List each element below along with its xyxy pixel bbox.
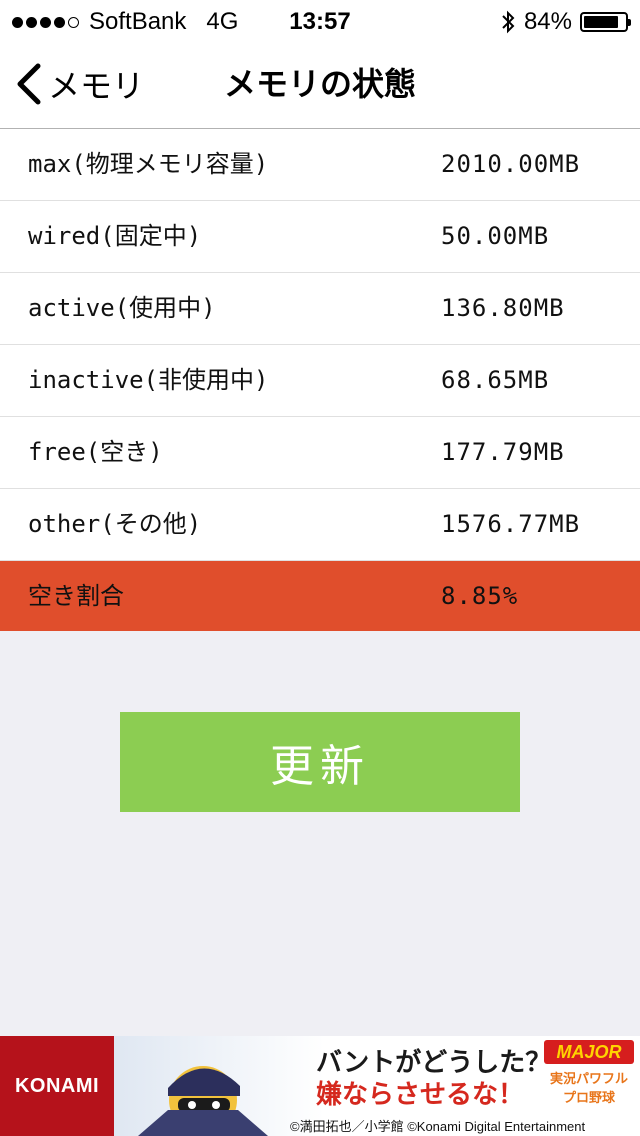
- row-value: 1576.77MB: [441, 510, 581, 538]
- table-row-other: other(その他) 1576.77MB: [0, 489, 640, 561]
- free-ratio-row: 空き割合 8.85%: [0, 561, 640, 631]
- row-value: 68.65MB: [441, 366, 550, 394]
- game-title: 実況パワフルプロ野球: [549, 1072, 628, 1106]
- free-ratio-label: 空き割合: [28, 582, 124, 610]
- major-logo: MAJOR: [544, 1040, 634, 1064]
- konami-logo: KONAMI: [0, 1036, 114, 1136]
- table-row-wired: wired(固定中) 50.00MB: [0, 201, 640, 273]
- row-value: 50.00MB: [441, 222, 550, 250]
- memory-table: max(物理メモリ容量) 2010.00MB wired(固定中) 50.00M…: [0, 129, 640, 631]
- refresh-button[interactable]: 更新: [120, 712, 520, 812]
- battery-percent: 84%: [523, 8, 572, 35]
- page-title: メモリの状態: [223, 65, 416, 103]
- row-label: active(使用中): [28, 294, 216, 322]
- ad-character-illustration: [138, 1066, 268, 1136]
- battery-icon: [580, 12, 631, 32]
- status-bar: SoftBank 4G 13:57 84%: [0, 0, 640, 40]
- ad-subline: 嫌ならさせるな！: [316, 1080, 525, 1110]
- row-label: wired(固定中): [28, 222, 202, 250]
- status-right: 84%: [500, 8, 631, 36]
- bluetooth-icon: [502, 10, 515, 34]
- ad-game-logo: MAJOR 実況パワフルプロ野球: [544, 1040, 634, 1106]
- table-row-inactive: inactive(非使用中) 68.65MB: [0, 345, 640, 417]
- row-label: inactive(非使用中): [28, 366, 269, 394]
- free-ratio-value: 8.85%: [441, 582, 519, 610]
- table-row-max: max(物理メモリ容量) 2010.00MB: [0, 129, 640, 201]
- row-value: 177.79MB: [441, 438, 565, 466]
- ad-copyright: ©満田拓也／小学館 ©Konami Digital Entertainment: [290, 1119, 586, 1134]
- navigation-bar: メモリ メモリの状態: [0, 40, 640, 129]
- ad-banner[interactable]: KONAMI バントがどうした？ 嫌ならさせるな！ MAJOR 実況パワフルプロ…: [0, 1036, 640, 1136]
- row-label: other(その他): [28, 510, 202, 538]
- row-label: free(空き): [28, 438, 163, 466]
- row-value: 136.80MB: [441, 294, 565, 322]
- row-value: 2010.00MB: [441, 150, 581, 178]
- table-row-free: free(空き) 177.79MB: [0, 417, 640, 489]
- row-label: max(物理メモリ容量): [28, 150, 269, 178]
- table-row-active: active(使用中) 136.80MB: [0, 273, 640, 345]
